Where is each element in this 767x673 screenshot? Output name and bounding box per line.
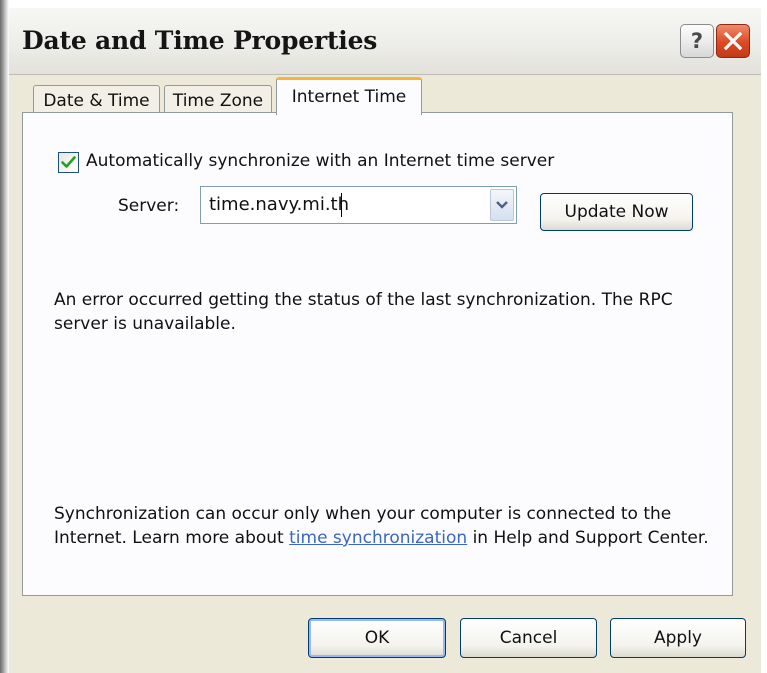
chevron-down-icon <box>496 201 508 209</box>
apply-button[interactable]: Apply <box>610 618 746 658</box>
cancel-button[interactable]: Cancel <box>460 618 597 658</box>
text-cursor <box>341 193 342 217</box>
server-dropdown-button[interactable] <box>490 189 514 221</box>
tab-date-and-time[interactable]: Date & Time <box>33 85 160 115</box>
ok-label: OK <box>364 628 390 648</box>
time-synchronization-link[interactable]: time synchronization <box>289 528 467 548</box>
update-now-button[interactable]: Update Now <box>540 193 693 231</box>
cancel-label: Cancel <box>499 628 558 648</box>
close-button[interactable] <box>716 24 750 58</box>
server-label: Server: <box>118 196 180 216</box>
auto-sync-checkbox[interactable] <box>58 152 79 173</box>
sync-info-text: Synchronization can occur only when your… <box>54 502 718 550</box>
title-bar[interactable]: Date and Time Properties ? <box>9 8 761 75</box>
server-combobox[interactable]: time.navy.mi.th <box>200 186 517 224</box>
auto-sync-label[interactable]: Automatically synchronize with an Intern… <box>86 151 554 171</box>
tab-time-zone[interactable]: Time Zone <box>164 85 272 115</box>
update-now-label: Update Now <box>564 202 669 222</box>
tab-internet-time[interactable]: Internet Time <box>276 77 422 115</box>
help-button[interactable]: ? <box>680 24 714 58</box>
server-input-value[interactable]: time.navy.mi.th <box>209 194 349 215</box>
tab-label: Internet Time <box>291 87 407 107</box>
info-text-after: in Help and Support Center. <box>467 528 709 548</box>
close-x-icon <box>723 31 743 51</box>
question-mark-icon: ? <box>690 29 704 53</box>
ok-button[interactable]: OK <box>308 618 446 658</box>
apply-label: Apply <box>654 628 702 648</box>
background-window-edge <box>0 0 9 673</box>
sync-status-message: An error occurred getting the status of … <box>54 290 673 334</box>
tab-label: Time Zone <box>172 91 264 111</box>
tab-label: Date & Time <box>43 91 150 111</box>
checkmark-icon <box>61 156 76 168</box>
window-title: Date and Time Properties <box>22 26 378 55</box>
